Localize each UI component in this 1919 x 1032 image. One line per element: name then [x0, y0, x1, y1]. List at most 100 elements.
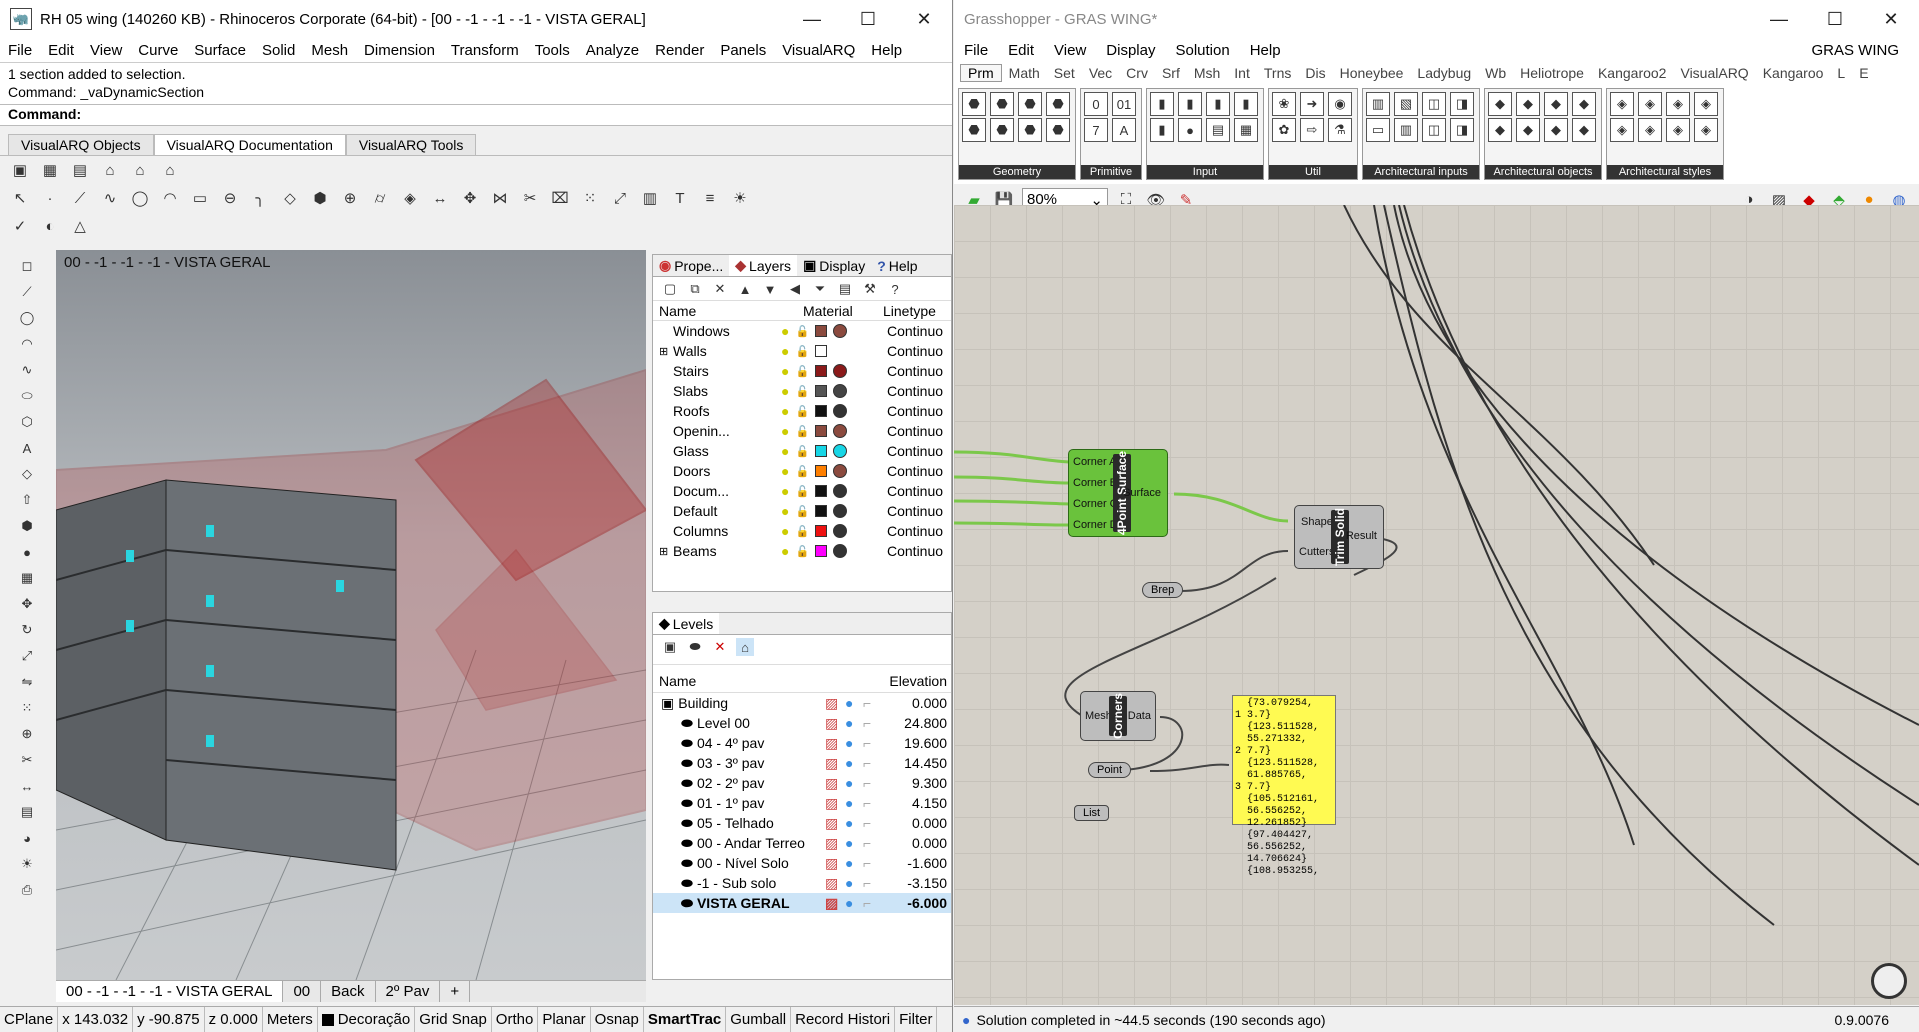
- curve-icon[interactable]: ∿: [98, 186, 122, 210]
- level-row[interactable]: ⬬ 03 - 3º pav ▨ ● ⌐ 14.450: [653, 753, 951, 773]
- layer-color-swatch[interactable]: [815, 405, 828, 417]
- render-icon[interactable]: ☀: [16, 853, 38, 875]
- select-icon[interactable]: ↖: [8, 186, 32, 210]
- gh-tab[interactable]: Int: [1227, 65, 1257, 81]
- menu-edit[interactable]: Edit: [40, 42, 82, 59]
- viewport-tab[interactable]: Back: [321, 981, 376, 1002]
- gh-tab[interactable]: E: [1852, 65, 1875, 81]
- lightbulb-icon[interactable]: ●: [781, 543, 789, 559]
- lock-icon[interactable]: 🔓: [795, 405, 809, 418]
- lightbulb-icon[interactable]: ●: [845, 835, 863, 851]
- rhino-titlebar[interactable]: 🦏 RH 05 wing (140260 KB) - Rhinoceros Co…: [0, 0, 952, 38]
- join-icon[interactable]: ⋈: [488, 186, 512, 210]
- layer-row[interactable]: Docum... ● 🔓 Continuo: [653, 481, 951, 501]
- mesh-icon[interactable]: ▦: [16, 567, 38, 589]
- lightbulb-icon[interactable]: ●: [845, 875, 863, 891]
- text-icon[interactable]: T: [668, 186, 692, 210]
- arch-style-icon[interactable]: ◈: [1694, 92, 1718, 116]
- toggle-ortho[interactable]: Ortho: [492, 1007, 539, 1032]
- lightbulb-icon[interactable]: ●: [845, 815, 863, 831]
- util-icon[interactable]: ❀: [1272, 92, 1296, 116]
- arch-object-icon[interactable]: ◆: [1544, 118, 1568, 142]
- layer-material-icon[interactable]: [833, 404, 848, 418]
- menu-view[interactable]: View: [1044, 42, 1096, 59]
- geometry-icon[interactable]: ⬣: [962, 92, 986, 116]
- menu-visualarq[interactable]: VisualARQ: [774, 42, 863, 59]
- array-icon[interactable]: ⁙: [578, 186, 602, 210]
- move-parent-icon[interactable]: ◀: [786, 280, 804, 298]
- layer-row[interactable]: Openin... ● 🔓 Continuo: [653, 421, 951, 441]
- geometry-icon[interactable]: ⬣: [1018, 118, 1042, 142]
- lightbulb-icon[interactable]: ●: [781, 323, 789, 339]
- layer-material-icon[interactable]: [833, 384, 848, 398]
- stairs-icon[interactable]: ⌐: [863, 755, 881, 771]
- fillet-icon[interactable]: ╮: [248, 186, 272, 210]
- menu-curve[interactable]: Curve: [130, 42, 186, 59]
- layer-linetype[interactable]: Continuo: [887, 443, 951, 459]
- gh-tab[interactable]: Math: [1002, 65, 1047, 81]
- stairs-icon[interactable]: ⌐: [863, 875, 881, 891]
- layer-linetype[interactable]: Continuo: [887, 503, 951, 519]
- input-icon[interactable]: ▮: [1150, 118, 1174, 142]
- component-corners[interactable]: Mesh Corners Data: [1080, 691, 1156, 741]
- menu-render[interactable]: Render: [647, 42, 712, 59]
- extrude-icon[interactable]: ⇧: [16, 489, 38, 511]
- layer-material-icon[interactable]: [833, 464, 848, 478]
- arch-object-icon[interactable]: ◆: [1572, 118, 1596, 142]
- color-icon[interactable]: ◕: [16, 827, 38, 849]
- layer-linetype[interactable]: Continuo: [887, 463, 951, 479]
- input-corner-c[interactable]: Corner C: [1073, 498, 1118, 510]
- tools-icon[interactable]: ⚒: [861, 280, 879, 298]
- geometry-icon[interactable]: ⬣: [1046, 118, 1070, 142]
- section-icon[interactable]: ▨: [825, 755, 845, 772]
- gh-tab[interactable]: Kangaroo2: [1591, 65, 1674, 81]
- status-units[interactable]: Meters: [263, 1007, 318, 1032]
- arch-style-icon[interactable]: ◈: [1638, 92, 1662, 116]
- lock-icon[interactable]: 🔓: [795, 485, 809, 498]
- menu-help[interactable]: Help: [863, 42, 910, 59]
- menu-dimension[interactable]: Dimension: [356, 42, 443, 59]
- stairs-icon[interactable]: ⌐: [863, 835, 881, 851]
- cylinder-icon[interactable]: ⌭: [368, 186, 392, 210]
- layer-color-swatch[interactable]: [815, 385, 828, 397]
- section-icon[interactable]: ▨: [825, 835, 845, 852]
- stairs-icon[interactable]: ⌐: [863, 855, 881, 871]
- arc-icon[interactable]: ◠: [158, 186, 182, 210]
- util-icon[interactable]: ⚗: [1328, 118, 1352, 142]
- add-viewport-tab[interactable]: +: [440, 981, 471, 1002]
- input-corner-a[interactable]: Corner A: [1073, 456, 1116, 468]
- delete-icon[interactable]: ✕: [711, 638, 729, 656]
- status-cplane[interactable]: CPlane: [0, 1007, 59, 1032]
- lightbulb-icon[interactable]: ●: [781, 523, 789, 539]
- layer-material-icon[interactable]: [833, 484, 848, 498]
- level-row[interactable]: ⬬ Level 00 ▨ ● ⌐ 24.800: [653, 713, 951, 733]
- toggle-osnap[interactable]: Osnap: [591, 1007, 644, 1032]
- component-trim-solid[interactable]: Shape Cutters Trim Solid Result: [1294, 505, 1384, 569]
- section-icon[interactable]: ▨: [825, 815, 845, 832]
- close-button[interactable]: ✕: [1863, 0, 1919, 38]
- tab-layers[interactable]: ◆ Layers: [729, 255, 798, 276]
- lock-icon[interactable]: 🔓: [795, 465, 809, 478]
- toggle-smarttrack[interactable]: SmartTrac: [644, 1007, 727, 1032]
- move-icon[interactable]: ✥: [16, 593, 38, 615]
- close-button[interactable]: ✕: [896, 0, 952, 38]
- lightbulb-icon[interactable]: ●: [781, 463, 789, 479]
- geometry-icon[interactable]: ⬣: [1046, 92, 1070, 116]
- command-input[interactable]: Command:: [0, 104, 952, 126]
- canvas-compass-icon[interactable]: [1871, 963, 1907, 999]
- check-icon[interactable]: ✓: [8, 214, 32, 238]
- menu-solution[interactable]: Solution: [1165, 42, 1239, 59]
- lock-icon[interactable]: 🔓: [795, 425, 809, 438]
- ellipse-icon[interactable]: ⬭: [16, 385, 38, 407]
- layer-row[interactable]: Doors ● 🔓 Continuo: [653, 461, 951, 481]
- surface-icon[interactable]: ◇: [278, 186, 302, 210]
- lightbulb-icon[interactable]: ●: [781, 443, 789, 459]
- rotate-icon[interactable]: ↻: [16, 619, 38, 641]
- layer-row[interactable]: ⊞ Beams ● 🔓 Continuo: [653, 541, 951, 561]
- analyze-icon[interactable]: ◐: [38, 214, 62, 238]
- level-row[interactable]: ⬬ 04 - 4º pav ▨ ● ⌐ 19.600: [653, 733, 951, 753]
- layer-material-icon[interactable]: [833, 364, 848, 378]
- geometry-icon[interactable]: ⬣: [990, 118, 1014, 142]
- level-row[interactable]: ▣ Building ▨ ● ⌐ 0.000: [653, 693, 951, 713]
- primitive-icon[interactable]: 0: [1084, 92, 1108, 116]
